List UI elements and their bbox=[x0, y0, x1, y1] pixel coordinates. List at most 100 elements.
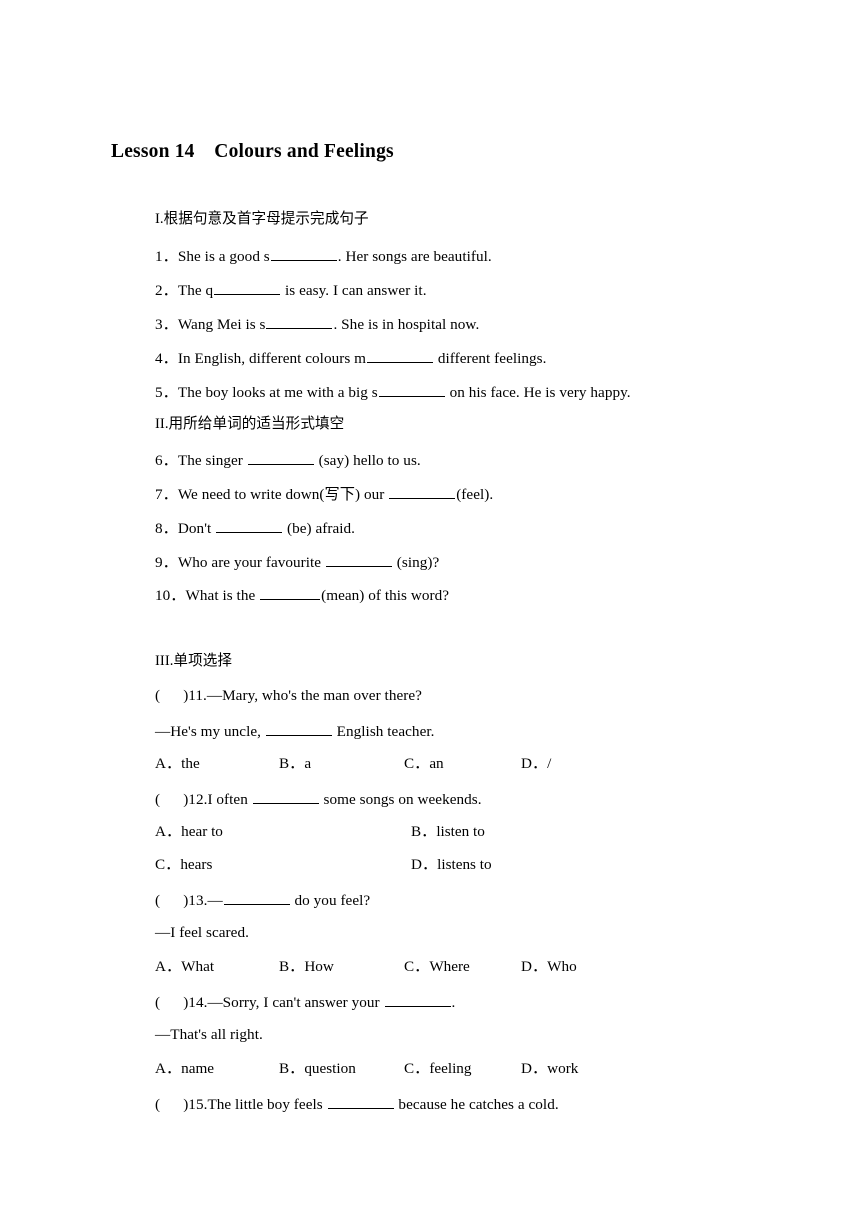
item-text-post: (sing)? bbox=[392, 553, 440, 571]
answer-blank[interactable] bbox=[378, 382, 445, 397]
choice-question-12: ( )12.I often some songs on weekends. bbox=[155, 789, 482, 809]
item-text-pre: What is the bbox=[185, 586, 260, 604]
option-d[interactable]: D．Who bbox=[521, 958, 577, 976]
answer-bracket[interactable]: ( ) bbox=[155, 687, 188, 704]
item-text-post: is easy. I can answer it. bbox=[281, 281, 427, 299]
item-number: 2． bbox=[155, 281, 178, 299]
item-text-pre: In English, different colours m bbox=[177, 349, 367, 367]
question-number: 14. bbox=[188, 993, 208, 1011]
choice-question-15: ( )15.The little boy feels because he ca… bbox=[155, 1094, 559, 1114]
option-row-12-bottom: C．hears D．listens to bbox=[155, 856, 755, 876]
option-a[interactable]: A．hear to bbox=[155, 823, 223, 841]
choice-question-14: ( )14.—Sorry, I can't answer your . bbox=[155, 992, 455, 1012]
option-c[interactable]: C．hears bbox=[155, 856, 212, 874]
option-a[interactable]: A．the bbox=[155, 755, 200, 773]
item-number: 7． bbox=[155, 485, 178, 503]
option-b[interactable]: B．question bbox=[279, 1060, 356, 1078]
option-a[interactable]: A．What bbox=[155, 958, 214, 976]
option-b[interactable]: B．How bbox=[279, 958, 334, 976]
option-c[interactable]: C．an bbox=[404, 755, 444, 773]
answer-bracket[interactable]: ( ) bbox=[155, 892, 188, 909]
fill-item-10: 10．What is the (mean) of this word? bbox=[155, 585, 449, 605]
item-number: 4． bbox=[155, 349, 178, 367]
answer-blank[interactable] bbox=[325, 552, 392, 567]
answer-blank[interactable] bbox=[389, 484, 456, 499]
item-text-pre: The q bbox=[177, 281, 214, 299]
item-text-post: (feel). bbox=[456, 485, 494, 503]
item-text-post: (be) afraid. bbox=[283, 519, 356, 537]
answer-bracket[interactable]: ( ) bbox=[155, 1096, 188, 1113]
section-heading-1: I.根据句意及首字母提示完成句子 bbox=[155, 211, 369, 227]
question-stem-pre: The little boy feels bbox=[207, 1095, 327, 1113]
question-number: 15. bbox=[188, 1095, 208, 1113]
question-stem-post: . bbox=[451, 993, 456, 1011]
page-title: Lesson 14 Colours and Feelings bbox=[111, 141, 394, 162]
worksheet-page: Lesson 14 Colours and Feelings I.根据句意及首字… bbox=[0, 0, 860, 1216]
item-text-pre: The singer bbox=[177, 451, 247, 469]
answer-blank[interactable] bbox=[216, 518, 283, 533]
item-number: 3． bbox=[155, 315, 178, 333]
answer-blank[interactable] bbox=[266, 314, 333, 329]
fill-item-7: 7．We need to write down(写下) our (feel). bbox=[155, 484, 493, 504]
option-c[interactable]: C．feeling bbox=[404, 1060, 471, 1078]
item-text-pre: Who are your favourite bbox=[177, 553, 325, 571]
question-number: 13. bbox=[188, 891, 208, 909]
section-heading-3: III.单项选择 bbox=[155, 653, 233, 669]
option-d[interactable]: D．/ bbox=[521, 755, 551, 773]
item-number: 5． bbox=[155, 383, 178, 401]
answer-bracket[interactable]: ( ) bbox=[155, 791, 188, 808]
reply-text-pre: —He's my uncle, bbox=[155, 722, 265, 740]
question-stem-post: do you feel? bbox=[290, 891, 371, 909]
question-stem-pre: — bbox=[207, 891, 223, 909]
option-b[interactable]: B．a bbox=[279, 755, 311, 773]
item-text-post: on his face. He is very happy. bbox=[445, 383, 631, 401]
answer-blank[interactable] bbox=[214, 280, 281, 295]
fill-item-2: 2．The q is easy. I can answer it. bbox=[155, 280, 427, 300]
section-heading-2: II.用所给单词的适当形式填空 bbox=[155, 416, 345, 432]
item-text-pre: Wang Mei is s bbox=[177, 315, 266, 333]
fill-item-1: 1．She is a good s . Her songs are beautif… bbox=[155, 246, 492, 266]
question-stem: —Mary, who's the man over there? bbox=[206, 687, 422, 704]
answer-blank[interactable] bbox=[223, 890, 290, 905]
option-row-14: A．name B．question C．feeling D．work bbox=[155, 1060, 755, 1080]
answer-blank[interactable] bbox=[367, 348, 434, 363]
fill-item-4: 4．In English, different colours m differ… bbox=[155, 348, 547, 368]
choice-question-13-reply: —I feel scared. bbox=[155, 924, 249, 941]
question-stem-pre: —Sorry, I can't answer your bbox=[207, 993, 384, 1011]
item-number: 1． bbox=[155, 247, 178, 265]
question-number: 11. bbox=[188, 687, 207, 704]
answer-blank[interactable] bbox=[252, 789, 319, 804]
question-stem-post: some songs on weekends. bbox=[319, 790, 482, 808]
option-d[interactable]: D．listens to bbox=[411, 856, 492, 874]
answer-blank[interactable] bbox=[247, 450, 314, 465]
answer-blank[interactable] bbox=[384, 992, 451, 1007]
fill-item-5: 5．The boy looks at me with a big s on hi… bbox=[155, 382, 631, 402]
choice-question-11-reply: —He's my uncle, English teacher. bbox=[155, 721, 434, 741]
item-number: 10． bbox=[155, 586, 186, 604]
option-b[interactable]: B．listen to bbox=[411, 823, 485, 841]
fill-item-3: 3．Wang Mei is s . She is in hospital now. bbox=[155, 314, 479, 334]
item-text-pre: The boy looks at me with a big s bbox=[177, 383, 378, 401]
answer-bracket[interactable]: ( ) bbox=[155, 994, 188, 1011]
item-text-post: (say) hello to us. bbox=[314, 451, 421, 469]
question-stem-post: because he catches a cold. bbox=[394, 1095, 559, 1113]
option-row-12-top: A．hear to B．listen to bbox=[155, 823, 755, 843]
answer-blank[interactable] bbox=[265, 721, 332, 736]
option-c[interactable]: C．Where bbox=[404, 958, 470, 976]
fill-item-6: 6．The singer (say) hello to us. bbox=[155, 450, 421, 470]
item-number: 8． bbox=[155, 519, 178, 537]
item-number: 9． bbox=[155, 553, 178, 571]
choice-question-11: ( )11.—Mary, who's the man over there? bbox=[155, 687, 422, 705]
answer-blank[interactable] bbox=[327, 1094, 394, 1109]
question-stem-pre: I often bbox=[207, 790, 252, 808]
choice-question-13: ( )13.— do you feel? bbox=[155, 890, 370, 910]
answer-blank[interactable] bbox=[260, 585, 321, 600]
option-d[interactable]: D．work bbox=[521, 1060, 578, 1078]
question-number: 12. bbox=[188, 790, 208, 808]
answer-blank[interactable] bbox=[270, 246, 337, 261]
item-text-post: (mean) of this word? bbox=[321, 586, 450, 604]
option-a[interactable]: A．name bbox=[155, 1060, 214, 1078]
item-text-pre: Don't bbox=[177, 519, 216, 537]
item-text-post: . She is in hospital now. bbox=[333, 315, 480, 333]
item-text-pre: We need to write down(写下) our bbox=[177, 485, 389, 503]
